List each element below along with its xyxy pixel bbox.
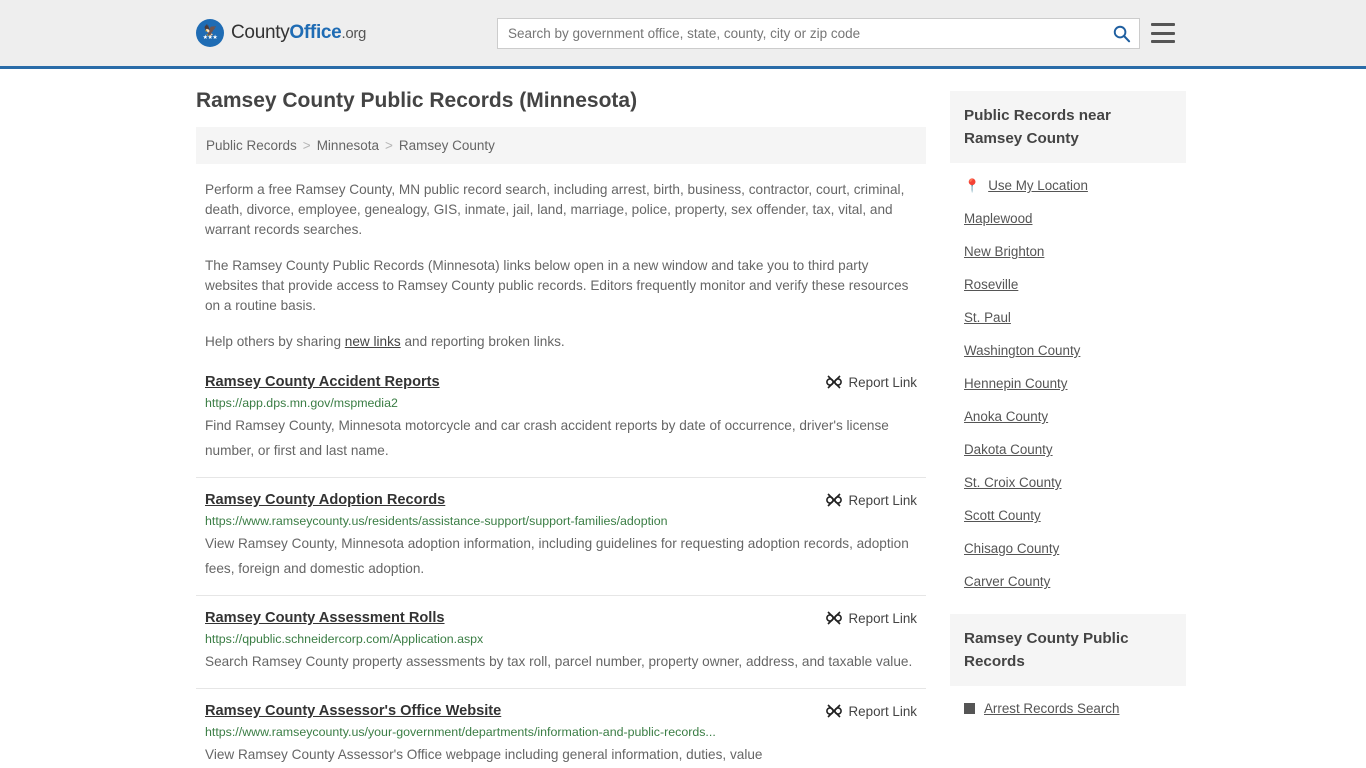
- sidebar-item-washington-county[interactable]: Washington County: [950, 334, 1186, 367]
- sidebar-records-panel-title: Ramsey County Public Records: [950, 614, 1186, 686]
- breadcrumb-separator: >: [302, 138, 311, 153]
- use-my-location-row[interactable]: 📍 Use My Location: [950, 169, 1186, 202]
- record-entry-header: Ramsey County Adoption Records Report Li…: [205, 492, 917, 508]
- share-text-after: and reporting broken links.: [400, 334, 565, 349]
- report-link-label: Report Link: [848, 610, 917, 626]
- record-title-link[interactable]: Ramsey County Adoption Records: [205, 492, 445, 508]
- sidebar-records-links: Arrest Records Search: [950, 686, 1186, 723]
- record-description: Search Ramsey County property assessment…: [205, 654, 913, 669]
- record-title-link[interactable]: Ramsey County Accident Reports: [205, 374, 440, 390]
- logo-text: CountyOffice.org: [231, 22, 366, 44]
- sidebar-item-roseville[interactable]: Roseville: [950, 268, 1186, 301]
- broken-link-icon: [825, 704, 842, 718]
- record-description: View Ramsey County, Minnesota adoption i…: [205, 536, 909, 576]
- hamburger-menu-icon[interactable]: [1151, 23, 1175, 43]
- report-link-label: Report Link: [848, 703, 917, 719]
- record-description: View Ramsey County Assessor's Office web…: [205, 747, 763, 762]
- breadcrumb-item-public-records[interactable]: Public Records: [206, 138, 297, 153]
- report-link-button[interactable]: Report Link: [812, 374, 917, 390]
- record-entry-header: Ramsey County Assessment Rolls Report Li…: [205, 610, 917, 626]
- sidebar-item-arrest-records-search[interactable]: Arrest Records Search: [950, 694, 1186, 723]
- sidebar-link[interactable]: St. Paul: [964, 310, 1011, 325]
- sidebar-link[interactable]: St. Croix County: [964, 475, 1062, 490]
- sidebar-link[interactable]: Anoka County: [964, 409, 1048, 424]
- search-bar: [497, 17, 1140, 49]
- sidebar-item-carver-county[interactable]: Carver County: [950, 565, 1186, 598]
- report-link-button[interactable]: Report Link: [812, 492, 917, 508]
- sidebar-link[interactable]: Chisago County: [964, 541, 1059, 556]
- new-links-link[interactable]: new links: [345, 334, 401, 349]
- sidebar-link[interactable]: Hennepin County: [964, 376, 1067, 391]
- report-link-button[interactable]: Report Link: [812, 610, 917, 626]
- square-bullet-icon: [964, 703, 975, 714]
- sidebar-item-scott-county[interactable]: Scott County: [950, 499, 1186, 532]
- sidebar-link[interactable]: Washington County: [964, 343, 1080, 358]
- sidebar-link[interactable]: Dakota County: [964, 442, 1053, 457]
- sidebar: Public Records near Ramsey County 📍 Use …: [950, 69, 1186, 768]
- site-logo[interactable]: 🦅 ★★★ CountyOffice.org: [196, 19, 366, 47]
- logo-text-office: Office: [289, 22, 342, 43]
- breadcrumb-item-ramsey-county: Ramsey County: [398, 138, 495, 153]
- record-entry: Ramsey County Assessment Rolls Report Li…: [196, 610, 926, 689]
- sidebar-item-chisago-county[interactable]: Chisago County: [950, 532, 1186, 565]
- use-my-location-link[interactable]: Use My Location: [988, 178, 1088, 193]
- report-link-button[interactable]: Report Link: [812, 703, 917, 719]
- record-entry: Ramsey County Assessor's Office Website …: [196, 703, 926, 768]
- broken-link-icon: [825, 493, 842, 507]
- sidebar-link[interactable]: Carver County: [964, 574, 1050, 589]
- logo-text-county: County: [231, 22, 290, 43]
- eagle-seal-icon: 🦅 ★★★: [196, 19, 224, 47]
- search-input[interactable]: [498, 25, 1103, 41]
- sidebar-link[interactable]: Roseville: [964, 277, 1018, 292]
- record-url: https://www.ramseycounty.us/your-governm…: [205, 725, 716, 739]
- page-body: Ramsey County Public Records (Minnesota)…: [0, 69, 1366, 768]
- record-url: https://qpublic.schneidercorp.com/Applic…: [205, 632, 484, 646]
- record-entry-header: Ramsey County Accident Reports Report Li…: [205, 374, 917, 390]
- sidebar-near-links: 📍 Use My Location Maplewood New Brighton…: [950, 163, 1186, 598]
- sidebar-item-anoka-county[interactable]: Anoka County: [950, 400, 1186, 433]
- record-description: Find Ramsey County, Minnesota motorcycle…: [205, 418, 889, 458]
- sidebar-link[interactable]: Arrest Records Search: [984, 701, 1119, 716]
- record-entry: Ramsey County Accident Reports Report Li…: [196, 374, 926, 478]
- record-url: https://www.ramseycounty.us/residents/as…: [205, 514, 668, 528]
- sidebar-item-new-brighton[interactable]: New Brighton: [950, 235, 1186, 268]
- breadcrumb-item-minnesota[interactable]: Minnesota: [317, 138, 379, 153]
- main-content: Ramsey County Public Records (Minnesota)…: [196, 69, 926, 768]
- report-link-label: Report Link: [848, 374, 917, 390]
- share-text-before: Help others by sharing: [205, 334, 345, 349]
- record-entry: Ramsey County Adoption Records Report Li…: [196, 492, 926, 596]
- record-entry-header: Ramsey County Assessor's Office Website …: [205, 703, 917, 719]
- sidebar-item-hennepin-county[interactable]: Hennepin County: [950, 367, 1186, 400]
- page-title: Ramsey County Public Records (Minnesota): [196, 89, 638, 112]
- intro-paragraph-1: Perform a free Ramsey County, MN public …: [205, 182, 905, 237]
- sidebar-link[interactable]: Scott County: [964, 508, 1041, 523]
- breadcrumb-separator: >: [384, 138, 393, 153]
- sidebar-link[interactable]: Maplewood: [964, 211, 1032, 226]
- sidebar-near-panel-title: Public Records near Ramsey County: [950, 91, 1186, 163]
- sidebar-item-st-croix-county[interactable]: St. Croix County: [950, 466, 1186, 499]
- breadcrumb: Public Records > Minnesota > Ramsey Coun…: [196, 127, 926, 164]
- report-link-label: Report Link: [848, 492, 917, 508]
- logo-text-org: .org: [341, 25, 367, 42]
- record-url: https://app.dps.mn.gov/mspmedia2: [205, 396, 398, 410]
- sidebar-item-st-paul[interactable]: St. Paul: [950, 301, 1186, 334]
- intro-paragraph-2: The Ramsey County Public Records (Minnes…: [205, 258, 909, 313]
- broken-link-icon: [825, 611, 842, 625]
- map-pin-icon: 📍: [964, 178, 981, 193]
- sidebar-item-maplewood[interactable]: Maplewood: [950, 202, 1186, 235]
- broken-link-icon: [825, 375, 842, 389]
- intro-paragraph-3: Help others by sharing new links and rep…: [196, 332, 926, 352]
- record-links-list: Ramsey County Accident Reports Report Li…: [196, 374, 926, 768]
- sidebar-link[interactable]: New Brighton: [964, 244, 1044, 259]
- record-title-link[interactable]: Ramsey County Assessor's Office Website: [205, 703, 501, 719]
- record-title-link[interactable]: Ramsey County Assessment Rolls: [205, 610, 445, 626]
- search-button[interactable]: [1103, 19, 1139, 48]
- sidebar-item-dakota-county[interactable]: Dakota County: [950, 433, 1186, 466]
- site-header: 🦅 ★★★ CountyOffice.org: [0, 0, 1366, 69]
- search-icon: [1113, 25, 1130, 42]
